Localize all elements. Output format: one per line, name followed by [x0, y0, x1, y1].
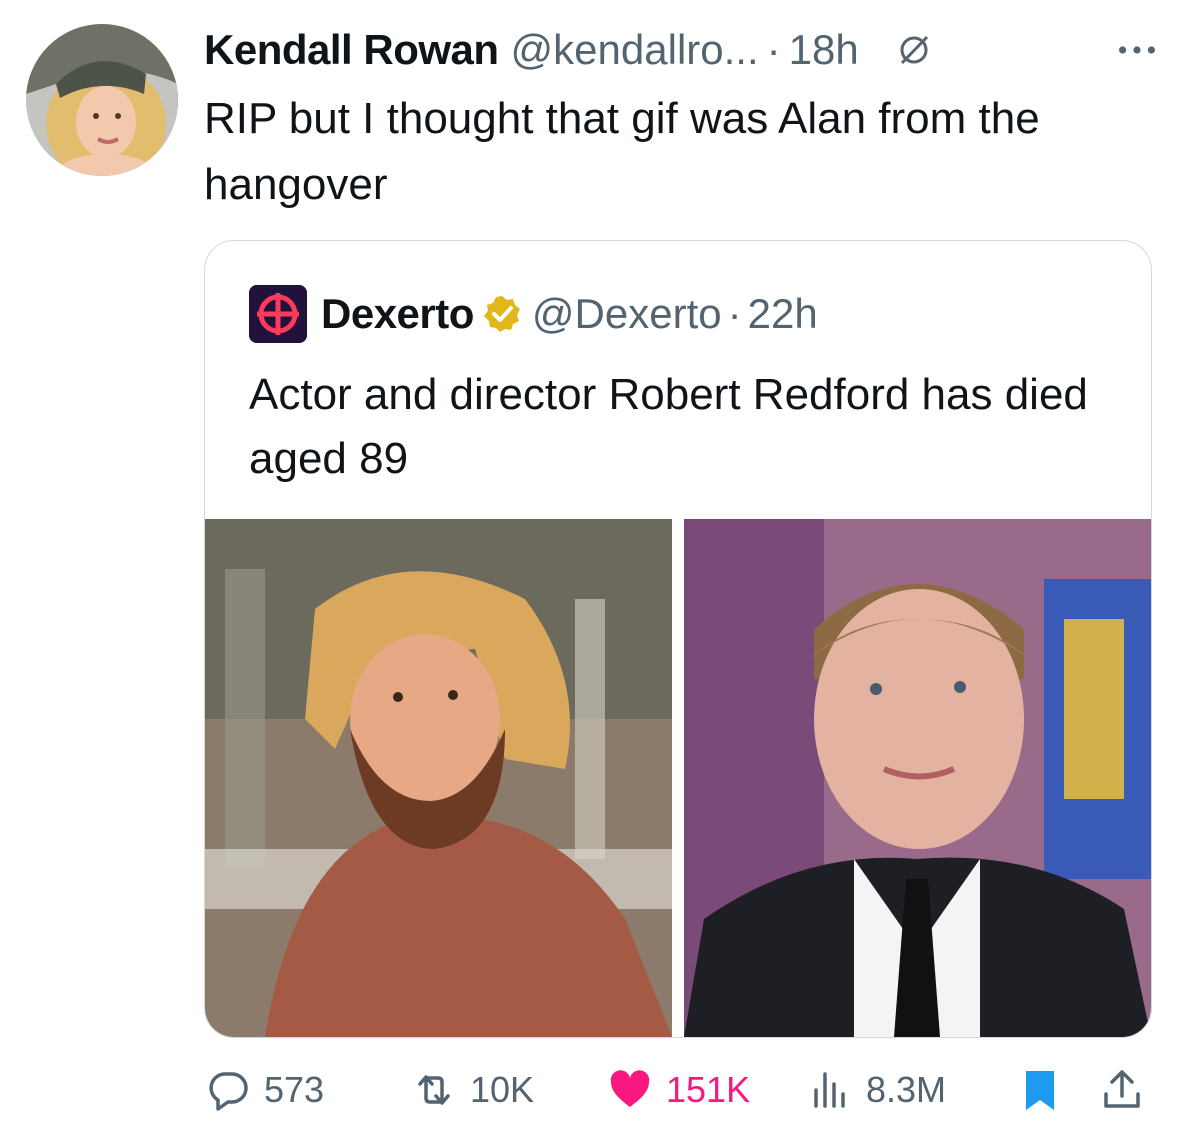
reply-button[interactable]: 573 — [206, 1068, 324, 1112]
views-button[interactable]: 8.3M — [808, 1068, 946, 1112]
author-handle[interactable]: @kendallro... — [511, 26, 759, 74]
more-icon[interactable] — [1115, 28, 1159, 72]
verified-gold-icon — [482, 294, 522, 334]
author-name[interactable]: Kendall Rowan — [204, 26, 499, 74]
tweet-time[interactable]: 18h — [789, 26, 859, 74]
bookmark-icon — [1026, 1071, 1054, 1110]
photo-left[interactable] — [205, 519, 672, 1037]
tweet-header: Kendall Rowan @kendallro... · 18h — [204, 22, 1159, 78]
reply-count: 573 — [264, 1069, 325, 1110]
bookmark-button[interactable] — [1018, 1068, 1062, 1112]
author-avatar[interactable] — [26, 24, 178, 176]
quote-separator: · — [727, 290, 742, 337]
share-icon — [1104, 1070, 1140, 1108]
grok-icon[interactable] — [897, 33, 931, 67]
tweet-actions: 573 10K 151K 8.3M — [200, 1058, 1150, 1122]
views-count: 8.3M — [866, 1069, 947, 1110]
heart-icon — [610, 1070, 650, 1107]
reply-icon — [209, 1072, 248, 1111]
repost-count: 10K — [470, 1069, 535, 1110]
share-button[interactable] — [1100, 1068, 1144, 1112]
repost-icon — [418, 1075, 450, 1105]
quote-time[interactable]: 22h — [748, 290, 818, 338]
tweet-text: RIP but I thought that gif was Alan from… — [204, 94, 1040, 209]
like-count: 151K — [666, 1069, 751, 1110]
quote-header: Dexerto @Dexerto · 22h — [249, 285, 818, 343]
dexerto-logo[interactable] — [249, 285, 307, 343]
separator-dot: · — [766, 26, 781, 73]
quote-author-name[interactable]: Dexerto — [321, 290, 474, 338]
repost-button[interactable]: 10K — [412, 1068, 534, 1112]
quote-media — [205, 519, 1151, 1037]
views-icon — [814, 1072, 845, 1108]
photo-right[interactable] — [684, 519, 1151, 1037]
quote-text: Actor and director Robert Redford has di… — [249, 370, 1088, 483]
quoted-tweet[interactable]: Dexerto @Dexerto · 22h Actor and directo… — [204, 240, 1152, 1038]
quote-author-handle[interactable]: @Dexerto — [532, 290, 722, 338]
like-button[interactable]: 151K — [608, 1068, 750, 1112]
